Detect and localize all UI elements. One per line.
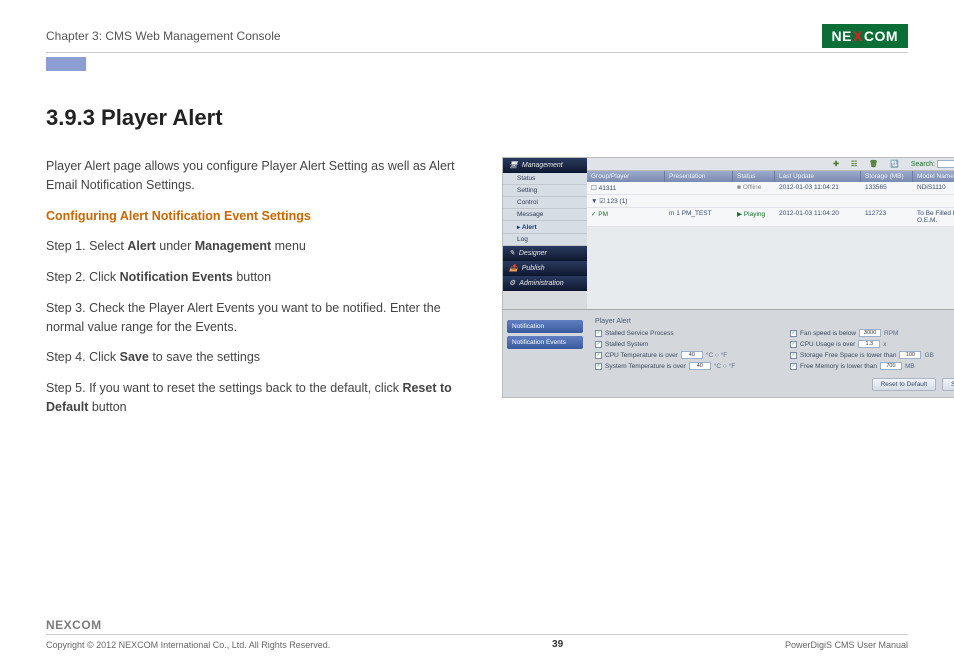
chk-sys-temp[interactable]: ✓System Temperature is over 40 °C ○ °F	[595, 362, 780, 370]
page-title: 3.9.3 Player Alert	[46, 105, 908, 131]
table-header: Group/Player Presentation Status Last Up…	[587, 171, 954, 182]
chk-stalled-system[interactable]: ✓Stalled System	[595, 340, 780, 348]
app-screenshot: 🖥 Management Status Setting Control Mess…	[502, 157, 954, 398]
footer-rule	[46, 634, 908, 635]
delete-icon[interactable]: 🗑	[869, 160, 878, 168]
sidebar-item-setting[interactable]: Setting	[503, 185, 587, 197]
sidebar-item-message[interactable]: Message	[503, 209, 587, 221]
chk-storage[interactable]: ✓Storage Free Space is lower than 100 GB	[790, 351, 954, 359]
group-icon[interactable]: ☷	[851, 160, 857, 168]
brand-logo: NEXCOM	[822, 24, 908, 48]
sidebar: 🖥 Management Status Setting Control Mess…	[503, 158, 587, 309]
chk-fan-speed[interactable]: ✓Fan speed is below 3000 RPM	[790, 329, 954, 337]
chk-cpu-usage[interactable]: ✓CPU Usage is over 1.3 x	[790, 340, 954, 348]
step-4: Step 4. Click Save to save the settings	[46, 348, 476, 367]
cpu-temp-input[interactable]: 40	[681, 351, 703, 359]
sidebar-item-log[interactable]: Log	[503, 234, 587, 246]
manual-name: PowerDigiS CMS User Manual	[785, 640, 908, 650]
sidebar-item-designer[interactable]: ✎ Designer	[503, 246, 587, 261]
refresh-icon[interactable]: 🔃	[890, 160, 899, 168]
notification-button[interactable]: Notification	[507, 320, 583, 333]
page-number: 39	[552, 639, 563, 650]
search-input[interactable]	[937, 160, 954, 168]
footer-logo: NEXCOM	[46, 618, 908, 632]
storage-input[interactable]: 100	[899, 351, 921, 359]
sidebar-item-management[interactable]: 🖥 Management	[503, 158, 587, 173]
step-5: Step 5. If you want to reset the setting…	[46, 379, 476, 417]
sidebar-item-administration[interactable]: ⚙ Administration	[503, 276, 587, 291]
sidebar-item-status[interactable]: Status	[503, 173, 587, 185]
sidebar-item-alert[interactable]: ▸ Alert	[503, 221, 587, 234]
accent-block	[46, 57, 86, 71]
subtitle: Configuring Alert Notification Event Set…	[46, 207, 476, 226]
chk-memory[interactable]: ✓Free Memory is lower than 700 MB	[790, 362, 954, 370]
chapter-title: Chapter 3: CMS Web Management Console	[46, 29, 281, 43]
intro-text: Player Alert page allows you configure P…	[46, 157, 476, 195]
step-1: Step 1. Select Alert under Management me…	[46, 237, 476, 256]
reset-default-button[interactable]: Reset to Default	[872, 378, 937, 391]
instruction-text: Player Alert page allows you configure P…	[46, 157, 476, 429]
step-3: Step 3. Check the Player Alert Events yo…	[46, 299, 476, 337]
memory-input[interactable]: 700	[880, 362, 902, 370]
toolbar: ✚ ☷ 🗑 🔃 Search:	[587, 158, 954, 171]
table-row[interactable]: ✓ PM m 1 PM_TEST ▶ Playing 2012-01-03 11…	[587, 208, 954, 227]
table-row[interactable]: ☐ 41311 ■ Offline 2012-01-03 11:04:21 13…	[587, 182, 954, 195]
table-row[interactable]: ▼ ☑ 123 (1)	[587, 195, 954, 208]
step-2: Step 2. Click Notification Events button	[46, 268, 476, 287]
copyright-text: Copyright © 2012 NEXCOM International Co…	[46, 640, 330, 650]
sys-temp-input[interactable]: 40	[689, 362, 711, 370]
fan-speed-input[interactable]: 3000	[859, 329, 881, 337]
add-icon[interactable]: ✚	[833, 160, 839, 168]
sidebar-item-control[interactable]: Control	[503, 197, 587, 209]
sidebar-item-publish[interactable]: 📤 Publish	[503, 261, 587, 276]
notification-events-button[interactable]: Notification Events	[507, 336, 583, 349]
chk-stalled-service[interactable]: ✓Stalled Service Process	[595, 329, 780, 337]
chk-cpu-temp[interactable]: ✓CPU Temperature is over 40 °C ○ °F	[595, 351, 780, 359]
cpu-usage-input[interactable]: 1.3	[858, 340, 880, 348]
panel-title: Player Alert	[595, 318, 954, 325]
header-rule	[46, 52, 908, 53]
search-label: Search:	[911, 161, 935, 168]
save-button[interactable]: Save	[942, 378, 954, 391]
